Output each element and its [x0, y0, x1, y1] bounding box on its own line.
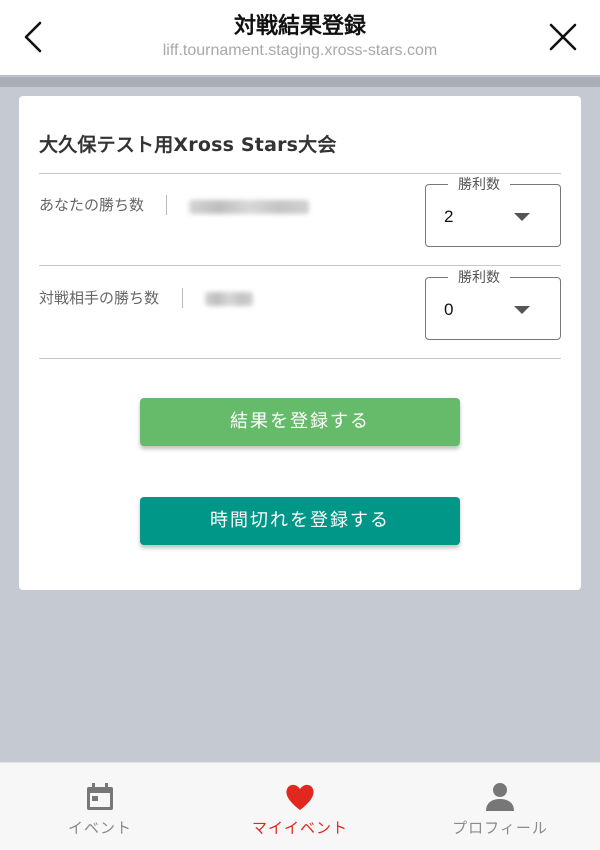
- submit-result-button[interactable]: 結果を登録する: [140, 398, 460, 446]
- opponent-wins-select[interactable]: 勝利数 0: [425, 267, 561, 340]
- tab-profile[interactable]: プロフィール: [400, 763, 600, 850]
- opponent-wins-label: 対戦相手の勝ち数: [39, 289, 160, 307]
- page-url: liff.tournament.staging.xross-stars.com: [162, 42, 438, 59]
- header-shadow-strip: [0, 77, 600, 87]
- person-icon: [486, 783, 514, 811]
- my-wins-select-value: 2: [444, 207, 454, 226]
- tab-my-events[interactable]: マイイベント: [200, 763, 400, 850]
- app-header: 対戦結果登録 liff.tournament.staging.xross-sta…: [0, 0, 600, 76]
- tournament-name: 大久保テスト用Xross Stars大会: [39, 134, 337, 156]
- dropdown-caret-icon: [514, 213, 530, 221]
- divider: [39, 265, 561, 266]
- dropdown-caret-icon: [514, 306, 530, 314]
- tab-my-events-label: マイイベント: [251, 819, 348, 837]
- my-player-name-redacted: [189, 200, 309, 214]
- label-separator: [166, 195, 167, 215]
- bottom-navigation: イベント マイイベント プロフィール: [0, 762, 600, 850]
- result-card: 大久保テスト用Xross Stars大会 あなたの勝ち数 勝利数 2 対戦相手の…: [19, 96, 581, 590]
- opponent-wins-select-value: 0: [444, 300, 454, 319]
- divider: [39, 358, 561, 359]
- my-wins-select[interactable]: 勝利数 2: [425, 174, 561, 247]
- tab-profile-label: プロフィール: [452, 819, 548, 837]
- tab-events[interactable]: イベント: [0, 763, 200, 850]
- my-wins-select-legend: 勝利数: [448, 174, 510, 194]
- page-title: 対戦結果登録: [233, 14, 366, 39]
- label-separator: [182, 288, 183, 308]
- register-timeout-button[interactable]: 時間切れを登録する: [140, 497, 460, 545]
- calendar-icon: [87, 783, 113, 810]
- close-icon[interactable]: [548, 22, 578, 52]
- tab-events-label: イベント: [67, 819, 132, 837]
- my-wins-label: あなたの勝ち数: [39, 196, 145, 214]
- opponent-wins-select-legend: 勝利数: [448, 267, 510, 287]
- opponent-name-redacted: [205, 292, 253, 306]
- heart-icon: [286, 784, 314, 810]
